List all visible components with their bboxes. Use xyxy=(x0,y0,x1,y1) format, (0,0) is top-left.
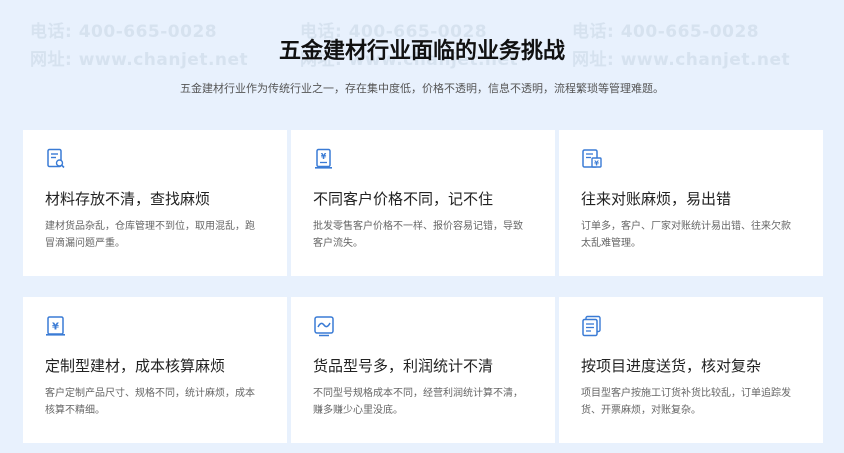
card-description: 项目型客户按施工订货补货比较乱，订单追踪发货、开票麻烦，对账复杂。 xyxy=(581,388,791,416)
card-title: 按项目进度送货，核对复杂 xyxy=(581,357,762,375)
svg-text:¥: ¥ xyxy=(321,152,327,161)
profit-chart-icon xyxy=(314,316,334,337)
challenge-card: ¥ 定制型建材，成本核算麻烦 客户定制产品尺寸、规格不同，统计麻烦，成本核算不精… xyxy=(23,297,287,443)
challenge-card: ¥ 往来对账麻烦，易出错 订单多，客户、厂家对账统计易出错、往来欠款太乱难管理。 xyxy=(559,130,823,276)
challenge-card: 材料存放不清，查找麻烦 建材货品杂乱，仓库管理不到位，取用混乱，跑冒滴漏问题严重… xyxy=(23,130,287,276)
card-title: 往来对账麻烦，易出错 xyxy=(581,190,732,208)
card-title: 定制型建材，成本核算麻烦 xyxy=(45,357,226,375)
svg-text:¥: ¥ xyxy=(594,160,599,168)
page-title: 五金建材行业面临的业务挑战 xyxy=(278,39,565,64)
document-search-icon xyxy=(47,148,65,169)
card-title: 不同客户价格不同，记不住 xyxy=(313,190,494,208)
svg-text:¥: ¥ xyxy=(52,322,59,333)
challenge-card: 按项目进度送货，核对复杂 项目型客户按施工订货补货比较乱，订单追踪发货、开票麻烦… xyxy=(559,297,823,443)
card-title: 材料存放不清，查找麻烦 xyxy=(45,190,211,208)
card-description: 建材货品杂乱，仓库管理不到位，取用混乱，跑冒滴漏问题严重。 xyxy=(45,221,255,249)
custom-price-icon: ¥ xyxy=(46,316,65,336)
price-document-icon: ¥ xyxy=(315,148,332,169)
card-description: 不同型号规格成本不同，经营利润统计算不清，赚多赚少心里没底。 xyxy=(313,388,523,416)
delivery-list-icon xyxy=(582,315,601,337)
reconciliation-icon: ¥ xyxy=(582,149,602,168)
challenge-card: 货品型号多，利润统计不清 不同型号规格成本不同，经营利润统计算不清，赚多赚少心里… xyxy=(291,297,555,443)
card-description: 订单多，客户、厂家对账统计易出错、往来欠款太乱难管理。 xyxy=(581,221,791,249)
page-subtitle: 五金建材行业作为传统行业之一，存在集中度低，价格不透明，信息不透明，流程繁琐等管… xyxy=(180,82,664,95)
card-description: 批发零售客户价格不一样、报价容易记错，导致客户流失。 xyxy=(313,221,523,249)
challenge-card: ¥ 不同客户价格不同，记不住 批发零售客户价格不一样、报价容易记错，导致客户流失… xyxy=(291,130,555,276)
card-description: 客户定制产品尺寸、规格不同，统计麻烦，成本核算不精细。 xyxy=(45,388,255,416)
card-title: 货品型号多，利润统计不清 xyxy=(313,357,494,375)
